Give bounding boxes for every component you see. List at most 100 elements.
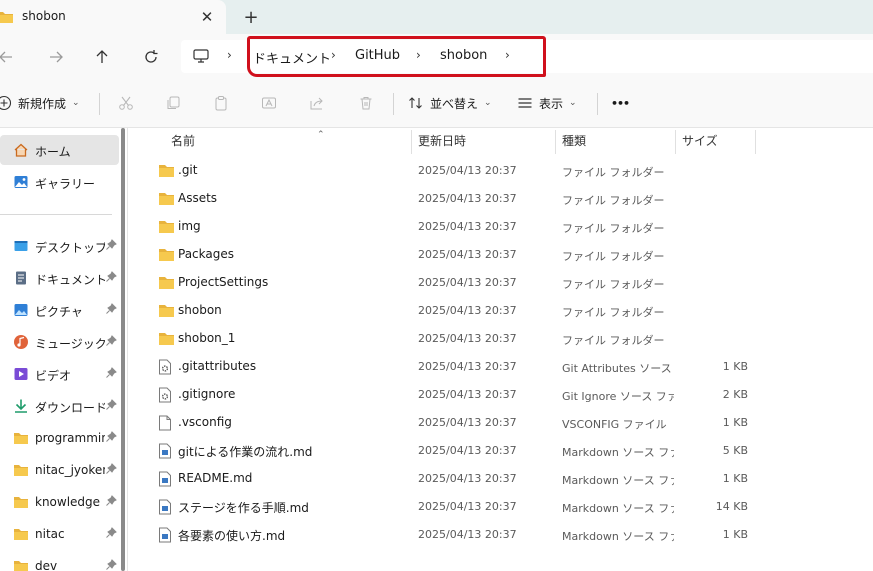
copy-button[interactable] xyxy=(165,91,181,115)
pin-icon[interactable] xyxy=(105,463,117,475)
pin-icon[interactable] xyxy=(105,495,117,507)
table-row[interactable]: shobon_1 2025/04/13 20:37 ファイル フォルダー xyxy=(136,325,873,353)
pin-icon[interactable] xyxy=(105,559,117,571)
share-button[interactable] xyxy=(309,91,325,115)
column-divider[interactable] xyxy=(755,130,756,154)
file-type: ファイル フォルダー xyxy=(562,166,665,179)
file-name: .gitignore xyxy=(178,387,236,401)
new-button[interactable]: 新規作成 ⌄ xyxy=(0,91,80,115)
rename-button[interactable] xyxy=(261,91,277,115)
file-name: README.md xyxy=(178,471,253,485)
breadcrumb-separator[interactable]: › xyxy=(416,48,421,62)
file-type: Git Ignore ソース ファイル xyxy=(562,390,674,403)
sidebar-item-music[interactable]: ミュージック xyxy=(0,327,119,357)
column-header-type[interactable]: 種類 xyxy=(562,132,586,154)
sidebar-item-documents[interactable]: ドキュメント xyxy=(0,263,119,293)
config-file-icon xyxy=(158,359,172,378)
breadcrumb-separator[interactable]: › xyxy=(505,48,510,62)
table-row[interactable]: ProjectSettings 2025/04/13 20:37 ファイル フォルダ… xyxy=(136,269,873,297)
table-row[interactable]: .vsconfig 2025/04/13 20:37 VSCONFIG ファイル 1 … xyxy=(136,409,873,437)
sidebar-item-programming[interactable]: programming xyxy=(0,423,119,453)
pin-icon[interactable] xyxy=(105,527,117,539)
tab-shobon[interactable]: shobon ✕ xyxy=(0,0,226,34)
pin-icon[interactable] xyxy=(105,431,117,443)
file-name: img xyxy=(178,219,201,233)
view-button[interactable]: 表示 ⌄ xyxy=(517,91,577,115)
table-row[interactable]: Packages 2025/04/13 20:37 ファイル フォルダー xyxy=(136,241,873,269)
pin-icon[interactable] xyxy=(105,335,117,347)
pin-icon[interactable] xyxy=(105,367,117,379)
sidebar-item-label: ギャラリー xyxy=(35,177,96,191)
sidebar-item-nitac-jyoken[interactable]: nitac_jyoken_ xyxy=(0,455,119,485)
column-divider[interactable] xyxy=(411,130,412,154)
sidebar-item-downloads[interactable]: ダウンロード xyxy=(0,391,119,421)
table-row[interactable]: ステージを作る手順.md 2025/04/13 20:37 Markdown ソース… xyxy=(136,493,873,521)
close-icon[interactable]: ✕ xyxy=(196,6,218,28)
delete-button[interactable] xyxy=(358,91,374,115)
column-divider[interactable] xyxy=(675,130,676,154)
up-icon[interactable] xyxy=(90,45,114,69)
table-row[interactable]: Assets 2025/04/13 20:37 ファイル フォルダー xyxy=(136,185,873,213)
sidebar-item-pictures[interactable]: ピクチャ xyxy=(0,295,119,325)
folder-icon xyxy=(158,247,175,265)
cut-button[interactable] xyxy=(118,91,134,115)
column-divider[interactable] xyxy=(555,130,556,154)
sidebar-item-dev[interactable]: dev xyxy=(0,551,119,571)
trash-icon xyxy=(360,97,372,110)
table-row[interactable]: img 2025/04/13 20:37 ファイル フォルダー xyxy=(136,213,873,241)
file-modified-date: 2025/04/13 20:37 xyxy=(418,248,517,261)
new-tab-button[interactable]: + xyxy=(240,6,262,28)
paste-button[interactable] xyxy=(213,91,229,115)
file-icon xyxy=(158,415,172,434)
breadcrumb-separator[interactable]: › xyxy=(227,48,232,62)
gallery-icon xyxy=(14,176,28,188)
breadcrumb-separator[interactable]: › xyxy=(331,48,336,62)
table-row[interactable]: .gitignore 2025/04/13 20:37 Git Ignore ソース… xyxy=(136,381,873,409)
sidebar-item-label: programming xyxy=(35,431,105,445)
folder-icon xyxy=(14,529,28,540)
table-row[interactable]: 各要素の使い方.md 2025/04/13 20:37 Markdown ソース フ… xyxy=(136,521,873,549)
column-header-label: 名前 xyxy=(171,134,196,148)
sort-button[interactable]: 並べ替え ⌄ xyxy=(408,91,492,115)
pin-icon[interactable] xyxy=(105,303,117,315)
cut-icon xyxy=(119,96,133,110)
pin-icon[interactable] xyxy=(105,239,117,251)
rename-icon xyxy=(262,97,276,109)
pin-icon[interactable] xyxy=(105,271,117,283)
column-header-name[interactable]: ⌃ 名前 xyxy=(171,130,325,154)
file-name: .vsconfig xyxy=(178,415,232,429)
table-row[interactable]: .git 2025/04/13 20:37 ファイル フォルダー xyxy=(136,157,873,185)
sidebar-item-desktop[interactable]: デスクトップ xyxy=(0,231,119,261)
pin-icon[interactable] xyxy=(105,399,117,411)
file-modified-date: 2025/04/13 20:37 xyxy=(418,360,517,373)
sidebar-item-nitac[interactable]: nitac xyxy=(0,519,119,549)
computer-icon[interactable] xyxy=(193,49,209,67)
column-header-date[interactable]: 更新日時 xyxy=(418,132,466,154)
sidebar-item-knowledge[interactable]: knowledge xyxy=(0,487,119,517)
column-header-size[interactable]: サイズ xyxy=(682,132,718,154)
file-size: 1 KB xyxy=(722,416,748,429)
table-row[interactable]: README.md 2025/04/13 20:37 Markdown ソース ファ… xyxy=(136,465,873,493)
file-name: .gitattributes xyxy=(178,359,257,373)
more-options-button[interactable]: ••• xyxy=(611,91,630,115)
sidebar-item-gallery[interactable]: ギャラリー xyxy=(0,167,119,197)
table-row[interactable]: gitによる作業の流れ.md 2025/04/13 20:37 Markdown ソ… xyxy=(136,437,873,465)
sidebar-scrollbar[interactable] xyxy=(121,128,125,571)
breadcrumb-github[interactable]: GitHub xyxy=(355,48,400,63)
file-name: ステージを作る手順.md xyxy=(178,501,309,515)
chevron-down-icon: ⌄ xyxy=(72,98,80,108)
home-icon xyxy=(14,143,28,157)
sidebar-item-label: ミュージック xyxy=(35,337,105,351)
sidebar-item-videos[interactable]: ビデオ xyxy=(0,359,119,389)
breadcrumb-documents[interactable]: ドキュメント xyxy=(253,48,331,67)
breadcrumb-shobon[interactable]: shobon xyxy=(440,48,487,63)
address-bar[interactable]: › ドキュメント › GitHub › shobon › xyxy=(181,40,873,73)
folder-icon xyxy=(158,303,175,321)
sidebar-item-home[interactable]: ホーム xyxy=(0,135,119,165)
table-row[interactable]: .gitattributes 2025/04/13 20:37 Git Attrib… xyxy=(136,353,873,381)
file-size: 1 KB xyxy=(722,472,748,485)
refresh-icon[interactable] xyxy=(139,45,163,69)
table-row[interactable]: shobon 2025/04/13 20:37 ファイル フォルダー xyxy=(136,297,873,325)
back-icon[interactable] xyxy=(0,45,18,69)
forward-icon[interactable] xyxy=(44,45,68,69)
